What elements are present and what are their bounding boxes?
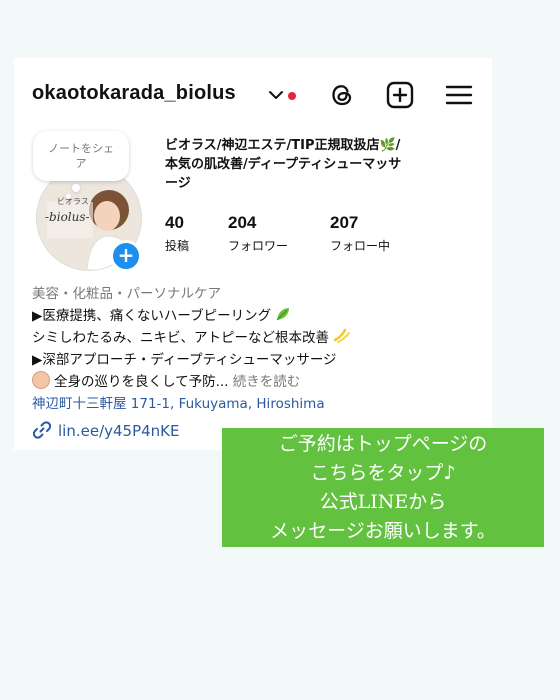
stat-followers-label: フォロワー	[228, 239, 289, 253]
title-line: ージ	[165, 176, 191, 191]
promo-line: ご予約はトップページの	[278, 433, 488, 455]
notification-dot	[288, 92, 296, 100]
stat-posts[interactable]: 40 投稿	[165, 213, 189, 254]
link-text: lin.ee/y45P4nKE	[58, 422, 180, 440]
bio-line: ▶医療提携、痛くないハーブピーリング	[32, 305, 472, 327]
external-link[interactable]: lin.ee/y45P4nKE	[32, 420, 180, 440]
avatar-brand-top: ビオラス	[57, 197, 89, 206]
bio-line-text: ▶医療提携、痛くないハーブピーリング	[32, 308, 272, 324]
profile-header: okaotokarada_biolus	[32, 80, 476, 112]
address-link[interactable]: 神辺町十三軒屋 171-1, Fukuyama, Hiroshima	[32, 393, 472, 415]
profile-title: ビオラス/神辺エステ/TIP正規取扱店🌿/ 本気の肌改善/ディープティシューマッ…	[165, 136, 480, 193]
stat-posts-value: 40	[165, 213, 184, 232]
note-prompt: ノートをシェア	[48, 142, 114, 170]
promo-banner: ご予約はトップページの こちらをタップ♪ 公式LINEから メッセージお願いしま…	[222, 428, 544, 547]
note-bubble[interactable]: ノートをシェア	[33, 131, 129, 181]
bio-line-text: 全身の巡りを良くして予防...	[54, 374, 229, 390]
stat-following[interactable]: 207 フォロー中	[330, 213, 390, 254]
username[interactable]: okaotokarada_biolus	[32, 82, 236, 105]
read-more-link[interactable]: 続きを読む	[233, 374, 301, 390]
bio-line: ▶深部アプローチ・ディープティシューマッサージ	[32, 352, 337, 368]
stat-following-label: フォロー中	[330, 239, 391, 253]
title-line: ビオラス/神辺エステ/TIP正規取扱店🌿/	[165, 138, 401, 153]
bio-line: 全身の巡りを良くして予防... 続きを読む	[32, 371, 472, 393]
bio-line: シミしわたるみ、ニキビ、アトピーなど根本改善	[32, 327, 472, 349]
stat-posts-label: 投稿	[165, 239, 190, 253]
sparkle-emoji-icon	[334, 328, 351, 343]
leaf-emoji-icon	[277, 308, 290, 321]
new-post-icon[interactable]	[385, 80, 415, 110]
menu-icon[interactable]	[444, 80, 474, 110]
promo-line: 公式LINEから	[319, 491, 447, 513]
bio: 美容・化粧品・パーソナルケア ▶医療提携、痛くないハーブピーリング シミしわたる…	[32, 283, 472, 415]
bio-line-text: シミしわたるみ、ニキビ、アトピーなど根本改善	[32, 330, 329, 346]
promo-line: こちらをタップ♪	[310, 462, 456, 484]
stat-followers[interactable]: 204 フォロワー	[228, 213, 288, 254]
note-tail-small	[66, 194, 71, 199]
stat-followers-value: 204	[228, 213, 257, 232]
chevron-down-icon[interactable]	[267, 86, 285, 104]
woman-emoji-icon	[32, 371, 50, 389]
add-story-button[interactable]: +	[110, 240, 142, 272]
category-label: 美容・化粧品・パーソナルケア	[32, 286, 221, 302]
note-tail	[72, 184, 80, 192]
avatar-brand: -biolus-	[45, 210, 90, 224]
link-icon	[32, 421, 52, 439]
title-line: 本気の肌改善/ディープティシューマッサ	[165, 157, 402, 172]
threads-icon[interactable]	[327, 80, 357, 110]
promo-line: メッセージお願いします。	[270, 520, 496, 542]
stat-following-value: 207	[330, 213, 359, 232]
